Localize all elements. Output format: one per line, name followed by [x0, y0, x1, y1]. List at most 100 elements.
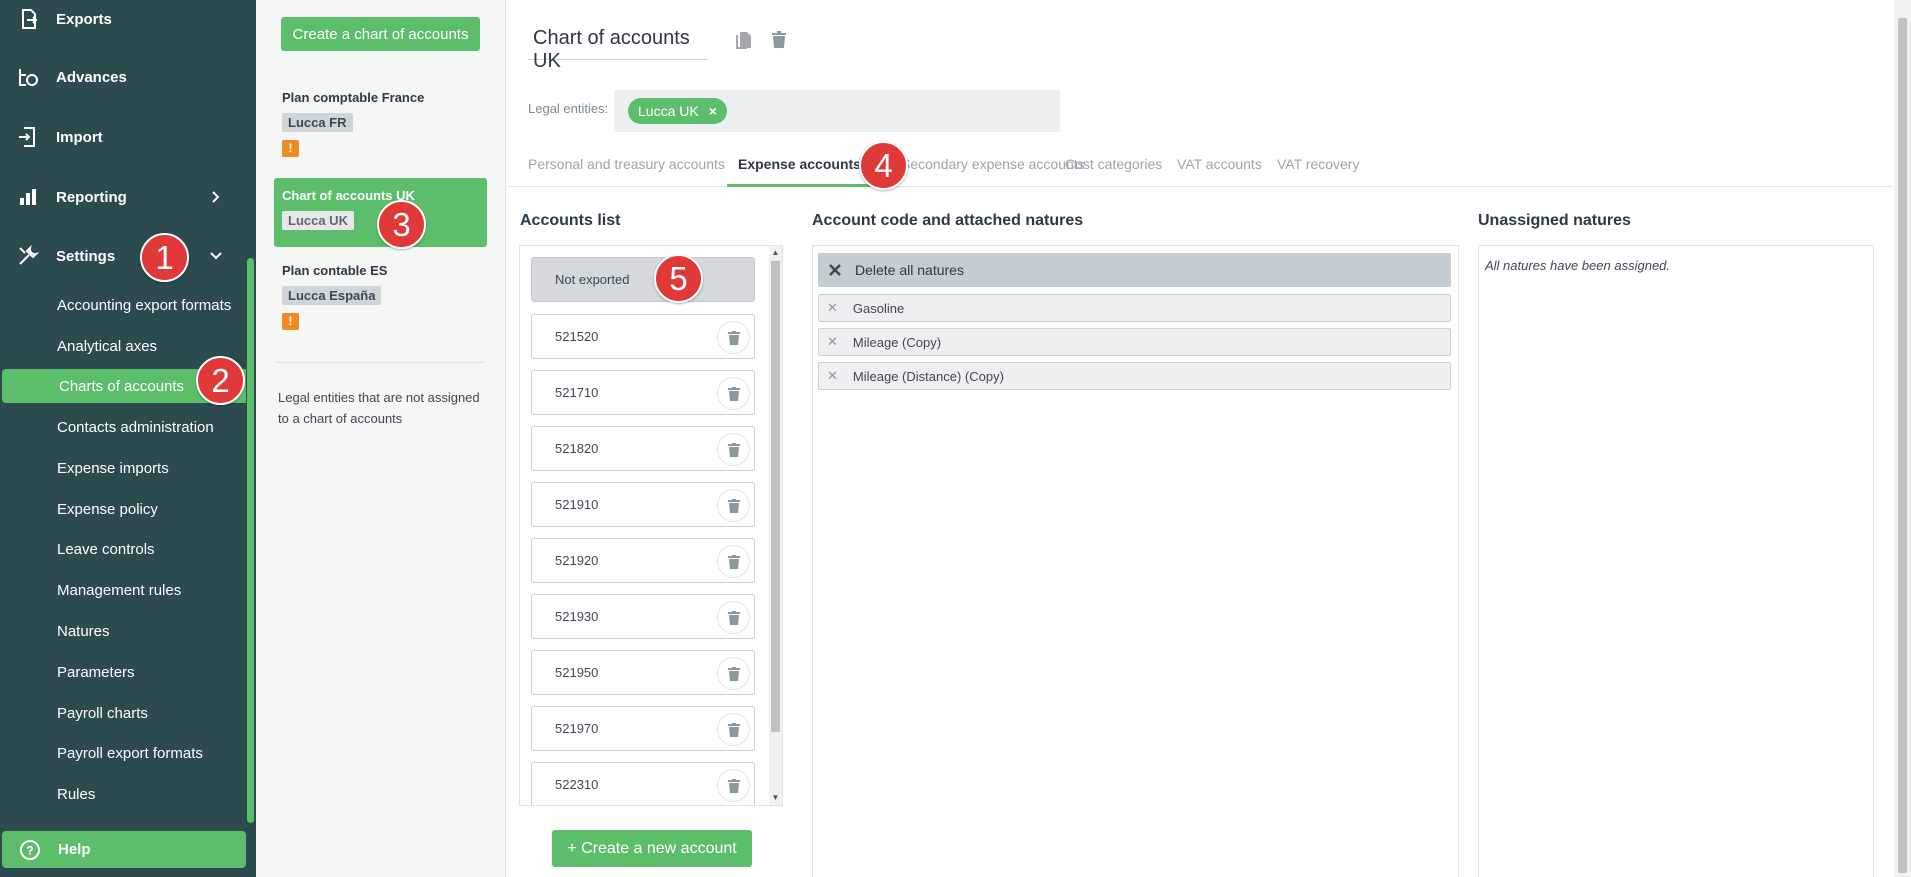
nature-item: ✕ Mileage (Copy): [818, 328, 1451, 356]
natures-title: Account code and attached natures: [812, 212, 1084, 229]
annotation-badge-5: 5: [654, 254, 703, 303]
sidebar-subitem-payroll-export-formats[interactable]: Payroll export formats: [0, 736, 246, 770]
close-icon: [829, 264, 841, 276]
legal-entity-chip: Lucca UK ×: [628, 98, 727, 124]
help-label: Help: [58, 841, 91, 858]
scroll-down-icon[interactable]: ▼: [771, 793, 780, 802]
sidebar-subitem-expense-imports[interactable]: Expense imports: [0, 451, 246, 485]
sidebar-item-label: Exports: [56, 10, 112, 28]
help-icon: ?: [2, 839, 58, 861]
account-code: 521910: [555, 497, 599, 512]
reporting-icon: [0, 185, 56, 209]
remove-chip-icon[interactable]: ×: [709, 103, 717, 119]
sidebar-scrollbar[interactable]: [247, 258, 254, 823]
trash-icon[interactable]: [717, 769, 750, 802]
remove-nature-icon[interactable]: ✕: [827, 368, 838, 384]
sidebar-item-advances[interactable]: Advances: [0, 55, 246, 99]
entity-tag: Lucca FR: [282, 113, 353, 132]
sidebar-item-exports[interactable]: Exports: [0, 0, 246, 41]
account-code: 521520: [555, 329, 599, 344]
annotation-badge-3: 3: [377, 200, 426, 249]
account-code: 521970: [555, 721, 599, 736]
account-label: Not exported: [555, 272, 630, 287]
charts-panel: Create a chart of accounts Plan comptabl…: [256, 0, 506, 877]
accounts-scrollbar-thumb[interactable]: [771, 261, 780, 732]
trash-icon[interactable]: [717, 489, 750, 522]
tab-vat-recovery[interactable]: VAT recovery: [1277, 147, 1359, 187]
sidebar-subitem-accounting-export-formats[interactable]: Accounting export formats: [0, 288, 246, 322]
legal-entity-chip-label: Lucca UK: [638, 103, 699, 119]
annotation-badge-1: 1: [140, 233, 189, 282]
duplicate-icon[interactable]: [733, 29, 755, 51]
trash-icon[interactable]: [717, 433, 750, 466]
create-account-button[interactable]: + Create a new account: [552, 830, 752, 867]
sidebar-subitem-rules[interactable]: Rules: [0, 777, 246, 811]
unassigned-message: All natures have been assigned.: [1485, 258, 1671, 273]
account-row[interactable]: 521920: [531, 538, 755, 583]
page-scrollbar-thumb[interactable]: [1898, 18, 1907, 873]
sidebar-item-settings[interactable]: Settings: [0, 234, 246, 278]
sidebar-subitem-natures[interactable]: Natures: [0, 614, 246, 648]
advances-icon: [0, 65, 56, 89]
trash-icon[interactable]: [717, 545, 750, 578]
chart-card-spain[interactable]: Plan contable ES Lucca España !: [274, 263, 487, 339]
sidebar-subitem-contacts-administration[interactable]: Contacts administration: [0, 410, 246, 444]
account-row[interactable]: 521950: [531, 650, 755, 695]
sidebar-subitem-leave-controls[interactable]: Leave controls: [0, 532, 246, 566]
chart-title[interactable]: Chart of accounts UK: [528, 23, 708, 72]
trash-icon[interactable]: [717, 657, 750, 690]
account-code: 521710: [555, 385, 599, 400]
chart-name: Plan comptable France: [282, 90, 425, 105]
natures-panel: Delete all natures ✕ Gasoline ✕ Mileage …: [812, 245, 1459, 877]
tab-expense-accounts[interactable]: Expense accounts: [727, 147, 872, 187]
scroll-up-icon[interactable]: ▲: [771, 248, 780, 257]
trash-icon[interactable]: [768, 29, 790, 51]
account-code: 521820: [555, 441, 599, 456]
account-row[interactable]: 521710: [531, 370, 755, 415]
svg-text:?: ?: [26, 843, 33, 857]
chart-name: Plan contable ES: [282, 263, 388, 278]
account-row[interactable]: 521930: [531, 594, 755, 639]
entity-tag: Lucca España: [282, 286, 382, 305]
export-icon: [0, 7, 56, 31]
trash-icon[interactable]: [717, 377, 750, 410]
delete-all-natures-button[interactable]: Delete all natures: [818, 253, 1451, 287]
tabs: Personal and treasury accounts Expense a…: [506, 147, 1897, 187]
sidebar-subitem-management-rules[interactable]: Management rules: [0, 573, 246, 607]
tab-cost-categories[interactable]: Cost categories: [1065, 147, 1162, 187]
trash-icon[interactable]: [717, 601, 750, 634]
account-not-exported[interactable]: Not exported: [531, 257, 755, 302]
settings-icon: [0, 244, 56, 268]
sidebar-item-import[interactable]: Import: [0, 115, 246, 159]
account-code: 521950: [555, 665, 599, 680]
sidebar-subitem-expense-policy[interactable]: Expense policy: [0, 492, 246, 526]
legal-entities-field[interactable]: Lucca UK ×: [614, 90, 1060, 132]
legal-entities-label: Legal entities:: [528, 101, 609, 116]
tab-secondary-expense[interactable]: Secondary expense accounts: [901, 147, 1085, 187]
remove-nature-icon[interactable]: ✕: [827, 300, 838, 316]
nature-label: Gasoline: [852, 300, 905, 316]
trash-icon[interactable]: [717, 321, 750, 354]
account-row[interactable]: 521520: [531, 314, 755, 359]
import-icon: [0, 125, 56, 149]
create-chart-button[interactable]: Create a chart of accounts: [281, 17, 480, 51]
tab-personal-treasury[interactable]: Personal and treasury accounts: [528, 147, 725, 187]
help-button[interactable]: ? Help: [2, 831, 246, 868]
account-row[interactable]: 521820: [531, 426, 755, 471]
tab-vat-accounts[interactable]: VAT accounts: [1177, 147, 1262, 187]
chart-name: Chart of accounts UK: [282, 188, 415, 203]
account-row[interactable]: 522310: [531, 762, 755, 805]
sidebar-subitem-payroll-charts[interactable]: Payroll charts: [0, 696, 246, 730]
remove-nature-icon[interactable]: ✕: [827, 334, 838, 350]
sidebar-subitem-parameters[interactable]: Parameters: [0, 655, 246, 689]
sidebar-item-reporting[interactable]: Reporting: [0, 175, 246, 219]
accounts-scrollbar[interactable]: ▲ ▼: [769, 246, 782, 805]
unassigned-entities-note[interactable]: Legal entities that are not assigned to …: [278, 387, 483, 429]
chart-card-france[interactable]: Plan comptable France Lucca FR !: [274, 90, 487, 166]
sidebar: Exports Advances Import Reporting Settin…: [0, 0, 256, 877]
annotation-badge-4: 4: [859, 141, 908, 190]
account-row[interactable]: 521910: [531, 482, 755, 527]
trash-icon[interactable]: [717, 713, 750, 746]
page-scrollbar[interactable]: [1894, 0, 1911, 877]
account-row[interactable]: 521970: [531, 706, 755, 751]
